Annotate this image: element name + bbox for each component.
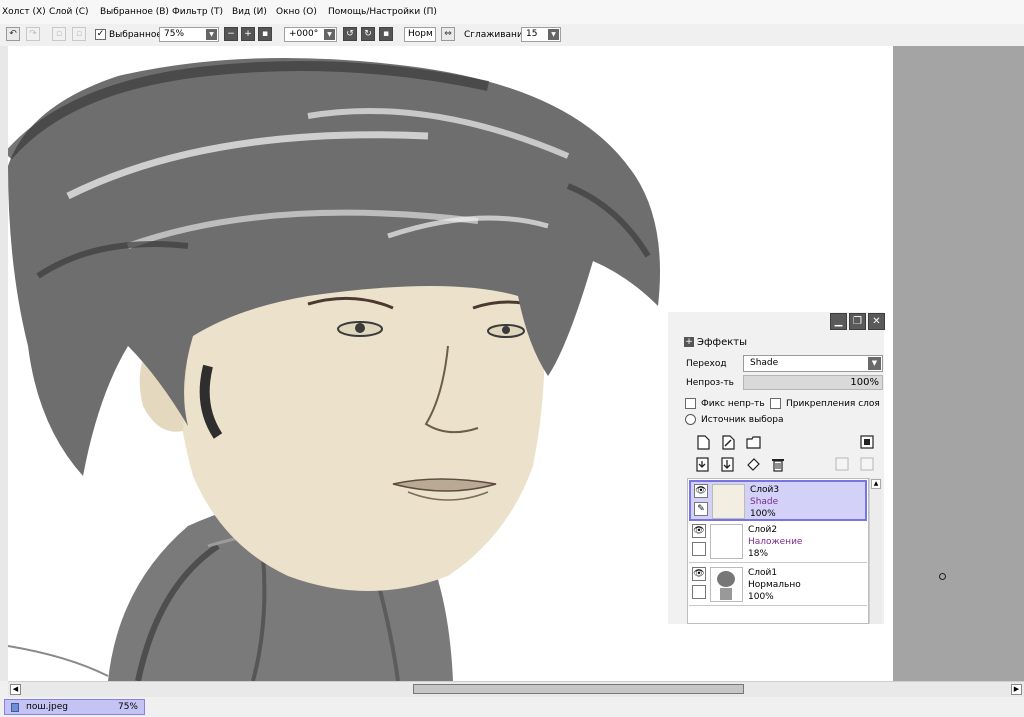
selection-source-label: Источник выбора [701,415,784,425]
horizontal-scroll-thumb[interactable] [413,684,744,694]
deselect-button[interactable]: ▫ [52,27,66,41]
layer-name: Слой3 [750,485,780,495]
layer-opacity: 100% [748,592,774,602]
scroll-right-arrow-icon[interactable]: ▶ [1011,684,1022,695]
layer-mask-icon[interactable] [859,434,875,450]
layer-thumbnail [710,567,743,602]
zoom-in-button[interactable]: + [241,27,255,41]
layer-visibility-eye-icon[interactable]: 👁 [692,524,706,538]
layer-row-2[interactable]: 👁 Слой2 Наложение 18% [689,522,867,563]
undo-button[interactable]: ↶ [6,27,20,41]
clipping-label: Прикрепления слоя [786,399,880,409]
layer-lock-box[interactable] [692,585,706,599]
document-tab-bar: пош.jpeg 75% [0,697,1024,717]
apply-selection-icon[interactable] [834,456,850,472]
restore-icon[interactable]: ❐ [849,313,866,330]
effects-label: Эффекты [697,337,747,348]
menu-canvas[interactable]: Холст (Х) [2,7,46,17]
selected-checkbox[interactable]: ✓ [95,29,106,40]
clipping-checkbox[interactable] [770,398,781,409]
menu-bar: Холст (Х) Слой (С) Выбранное (В) Фильтр … [0,0,1024,25]
transfer-down-icon[interactable] [695,456,711,472]
flip-view-button[interactable]: ⇔ [441,27,455,41]
minimize-icon[interactable]: ▁ [830,313,847,330]
selected-label: Выбранное [109,30,162,40]
merge-down-icon[interactable] [720,456,736,472]
zoom-out-button[interactable]: − [224,27,238,41]
layer-opacity: 100% [750,509,776,519]
rotate-right-button[interactable]: ↻ [361,27,375,41]
document-tab[interactable]: пош.jpeg 75% [4,699,145,715]
scroll-up-arrow-icon[interactable]: ▲ [871,479,881,489]
new-layer-icon[interactable] [695,434,711,450]
layer-name: Слой2 [748,525,778,535]
blend-mode-select[interactable]: Shade ▼ [743,355,883,372]
layer-opacity: 18% [748,549,769,559]
zoom-value: 75% [164,29,185,39]
layer-row-3[interactable]: 👁 ✎ Слой3 Shade 100% [689,480,867,521]
document-zoom: 75% [117,702,138,712]
layer-blend-mode: Нормально [748,580,801,590]
horizontal-scrollbar[interactable]: ◀ ▶ [8,681,1024,697]
opacity-slider[interactable]: 100% [743,375,883,390]
view-mode-button[interactable]: Норм [404,27,436,42]
canvas-background-area [893,46,1024,681]
menu-window[interactable]: Окно (О) [276,7,317,17]
layer-edit-pencil-icon[interactable]: ✎ [694,502,708,516]
menu-selection[interactable]: Выбранное (В) [100,7,169,17]
menu-help-settings[interactable]: Помощь/Настройки (П) [328,7,437,17]
scroll-left-arrow-icon[interactable]: ◀ [10,684,21,695]
layer-visibility-eye-icon[interactable]: 👁 [692,567,706,581]
blend-dropdown-icon[interactable]: ▼ [868,357,881,370]
layer-thumbnail [710,524,743,559]
fix-opacity-checkbox[interactable] [685,398,696,409]
rotation-value: +000° [289,29,319,39]
layer-panel: ▁ ❐ ✕ + Эффекты Переход Shade ▼ Непроз-т… [668,312,885,624]
layer-list-scrollbar[interactable]: ▲ [869,478,882,624]
layer-list: 👁 ✎ Слой3 Shade 100% 👁 Слой2 Наложение 1… [687,478,869,624]
fix-opacity-label: Фикс непр-ть [701,399,765,409]
smoothing-dropdown-icon[interactable]: ▼ [548,29,559,40]
layer-name: Слой1 [748,568,778,578]
rotation-select[interactable]: +000° ▼ [284,27,337,42]
zoom-reset-button[interactable]: ▪ [258,27,272,41]
effects-expand-icon[interactable]: + [684,337,694,347]
selection-source-radio[interactable] [685,414,696,425]
close-icon[interactable]: ✕ [868,313,885,330]
layer-properties-icon[interactable] [859,456,875,472]
opacity-value: 100% [850,377,879,388]
brush-cursor-icon [939,573,946,580]
opacity-label: Непроз-ть [686,378,734,388]
rotate-left-button[interactable]: ↺ [343,27,357,41]
smoothing-select[interactable]: 15 ▼ [521,27,561,42]
image-file-icon [11,703,19,712]
layer-lock-box[interactable] [692,542,706,556]
redo-button[interactable]: ↷ [26,27,40,41]
left-tool-edge [0,46,8,681]
portrait-thumbnail-icon [717,571,735,600]
rotation-dropdown-icon[interactable]: ▼ [324,29,335,40]
zoom-dropdown-icon[interactable]: ▼ [206,29,217,40]
layer-row-1[interactable]: 👁 Слой1 Нормально 100% [689,565,867,606]
menu-filter[interactable]: Фильтр (Т) [172,7,223,17]
new-folder-icon[interactable] [745,434,761,450]
document-filename: пош.jpeg [26,702,68,712]
rotate-reset-button[interactable]: ▪ [379,27,393,41]
zoom-select[interactable]: 75% ▼ [159,27,219,42]
delete-layer-icon[interactable] [770,456,786,472]
menu-layer[interactable]: Слой (С) [49,7,89,17]
clear-layer-icon[interactable] [745,456,761,472]
blend-mode-value: Shade [750,358,779,368]
layer-blend-mode: Наложение [748,537,803,547]
invert-selection-button[interactable]: ▫ [72,27,86,41]
blend-label: Переход [686,359,727,369]
toolbar: ↶ ↷ ▫ ▫ ✓ Выбранное 75% ▼ − + ▪ +000° ▼ … [0,24,1024,47]
layer-thumbnail [712,484,745,519]
layer-visibility-eye-icon[interactable]: 👁 [694,484,708,498]
smoothing-value: 15 [526,29,538,39]
layer-blend-mode: Shade [750,497,779,507]
new-linework-layer-icon[interactable] [720,434,736,450]
smoothing-label: Сглаживание [464,30,529,40]
menu-view[interactable]: Вид (И) [232,7,267,17]
